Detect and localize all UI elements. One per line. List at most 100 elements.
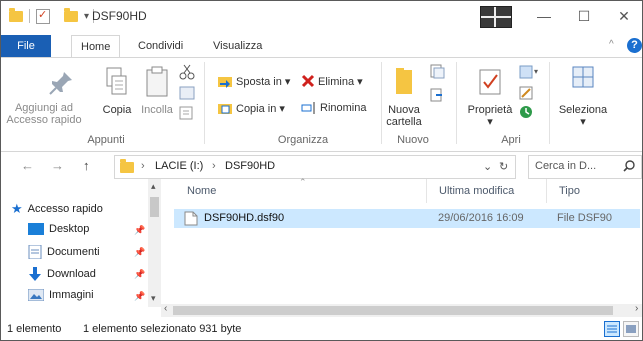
group-separator xyxy=(549,62,550,144)
refresh-icon[interactable]: ↻ xyxy=(499,160,508,173)
delete-icon xyxy=(301,74,315,88)
ribbon: Aggiungi ad Accesso rapido Copia Incolla… xyxy=(1,57,642,152)
move-to-button[interactable]: Sposta in ▾ xyxy=(217,74,290,88)
scroll-left-icon[interactable]: ‹ xyxy=(164,303,167,314)
easy-access-icon[interactable] xyxy=(428,88,446,102)
new-folder-icon[interactable] xyxy=(64,7,78,22)
history-icon[interactable] xyxy=(518,104,534,120)
qa-dropdown-icon[interactable]: ▾ xyxy=(84,11,89,22)
horizontal-scroll-thumb[interactable] xyxy=(173,306,613,315)
copy-path-icon[interactable] xyxy=(179,86,195,100)
file-name: DSF90HD.dsf90 xyxy=(204,212,285,224)
column-header-type[interactable]: Tipo xyxy=(559,185,580,197)
quick-access-toolbar: ▾ xyxy=(9,7,100,24)
pin-icon[interactable]: 📌 xyxy=(134,247,145,258)
nav-item-immagini[interactable]: Immagini xyxy=(28,289,94,301)
status-selection: 1 elemento selezionato 931 byte xyxy=(83,323,242,335)
open-icon[interactable]: ▾ xyxy=(518,64,540,80)
new-folder-icon xyxy=(396,68,412,94)
pin-icon[interactable]: 📌 xyxy=(134,225,145,236)
tab-file[interactable]: File xyxy=(1,35,51,57)
nav-item-desktop[interactable]: Desktop xyxy=(28,223,89,235)
scroll-down-icon[interactable]: ▾ xyxy=(151,293,156,304)
paste-icon xyxy=(146,66,168,97)
delete-button[interactable]: Elimina ▾ xyxy=(301,74,363,88)
pin-icon xyxy=(49,72,72,95)
group-separator xyxy=(204,62,205,144)
search-box[interactable]: Cerca in D... xyxy=(528,155,642,179)
file-type: File DSF90 xyxy=(557,212,613,224)
nav-quick-access[interactable]: ★ Accesso rapido xyxy=(11,201,103,217)
ribbon-tabs: File Home Condividi Visualizza ^ ? xyxy=(1,35,642,59)
rename-icon xyxy=(301,102,315,114)
details-view-button[interactable] xyxy=(604,321,620,337)
copy-to-button[interactable]: Copia in ▾ xyxy=(217,101,285,115)
sort-indicator-icon: ⌃ xyxy=(299,177,307,187)
collapse-ribbon-icon[interactable]: ^ xyxy=(609,39,614,50)
desktop-icon xyxy=(28,223,44,235)
cut-icon[interactable] xyxy=(179,64,195,80)
breadcrumb-dsf90hd[interactable]: DSF90HD xyxy=(225,160,275,172)
file-icon xyxy=(184,211,198,226)
group-nuovo-label: Nuovo xyxy=(397,134,429,146)
address-bar-row: ← → ↑ › LACIE (I:) › DSF90HD ⌄ ↻ Cerca i… xyxy=(1,153,642,179)
properties-icon xyxy=(479,69,501,95)
new-item-icon[interactable] xyxy=(428,64,446,80)
paste-shortcut-icon[interactable] xyxy=(179,106,193,120)
table-row[interactable]: DSF90HD.dsf90 29/06/2016 16:09 File DSF9… xyxy=(174,209,640,228)
maximize-button[interactable]: ☐ xyxy=(569,7,599,25)
tab-condividi[interactable]: Condividi xyxy=(129,35,192,57)
minimize-button[interactable]: — xyxy=(529,7,559,25)
star-icon: ★ xyxy=(11,201,23,216)
back-button[interactable]: ← xyxy=(21,158,34,173)
help-icon[interactable]: ? xyxy=(627,38,642,53)
select-button[interactable]: Seleziona ▾ xyxy=(556,104,610,128)
new-folder-button[interactable]: Nuova cartella xyxy=(384,104,424,128)
nav-pane-scrollbar[interactable]: ▴ ▾ xyxy=(148,179,161,307)
nav-item-download[interactable]: Download xyxy=(28,267,96,281)
copy-button[interactable]: Copia xyxy=(100,104,134,116)
scroll-thumb[interactable] xyxy=(150,197,159,217)
forward-button[interactable]: → xyxy=(51,158,64,173)
status-bar: 1 elemento 1 elemento selezionato 931 by… xyxy=(1,318,642,340)
address-dropdown-icon[interactable]: ⌄ xyxy=(483,160,492,173)
copy-icon xyxy=(106,67,127,95)
title-bar: ▾ DSF90HD — ☐ ✕ xyxy=(1,1,642,31)
properties-button[interactable]: Proprietà ▾ xyxy=(464,104,516,128)
nav-item-documenti[interactable]: Documenti xyxy=(28,245,100,259)
search-icon xyxy=(623,160,635,172)
close-button[interactable]: ✕ xyxy=(609,7,639,25)
window-title: DSF90HD xyxy=(92,9,147,23)
select-icon xyxy=(572,66,594,88)
large-icons-view-button[interactable] xyxy=(623,321,639,337)
search-input[interactable]: Cerca in D... xyxy=(535,160,596,172)
move-to-icon xyxy=(218,77,232,88)
folder-icon xyxy=(120,159,134,173)
column-header-name[interactable]: Nome xyxy=(187,185,216,197)
scroll-right-icon[interactable]: › xyxy=(635,303,638,314)
copy-to-icon xyxy=(218,104,232,114)
pin-quick-access-button[interactable]: Aggiungi ad Accesso rapido xyxy=(3,102,85,126)
details-view-icon xyxy=(607,325,617,333)
up-button[interactable]: ↑ xyxy=(83,158,90,173)
svg-text:▾: ▾ xyxy=(534,67,538,76)
download-icon xyxy=(29,267,41,281)
scroll-up-icon[interactable]: ▴ xyxy=(151,181,156,192)
tab-visualizza[interactable]: Visualizza xyxy=(204,35,271,57)
paste-button[interactable]: Incolla xyxy=(137,104,177,116)
tab-home[interactable]: Home xyxy=(71,35,121,59)
group-organizza-label: Organizza xyxy=(277,134,329,146)
status-count: 1 elemento xyxy=(7,323,62,335)
group-appunti-label: Appunti xyxy=(87,134,125,146)
address-bar[interactable]: › LACIE (I:) › DSF90HD ⌄ ↻ xyxy=(114,155,516,179)
pin-icon[interactable]: 📌 xyxy=(134,291,145,302)
edit-icon[interactable] xyxy=(518,85,534,101)
group-separator xyxy=(381,62,382,144)
rename-button[interactable]: Rinomina xyxy=(301,101,366,115)
group-separator xyxy=(456,62,457,144)
breadcrumb-lacie[interactable]: LACIE (I:) xyxy=(155,160,203,172)
properties-check-icon[interactable] xyxy=(36,8,50,24)
explorer-window: ▾ DSF90HD — ☐ ✕ File Home Condividi Visu… xyxy=(0,0,643,341)
pin-icon[interactable]: 📌 xyxy=(134,269,145,280)
column-header-modified[interactable]: Ultima modifica xyxy=(439,185,514,197)
